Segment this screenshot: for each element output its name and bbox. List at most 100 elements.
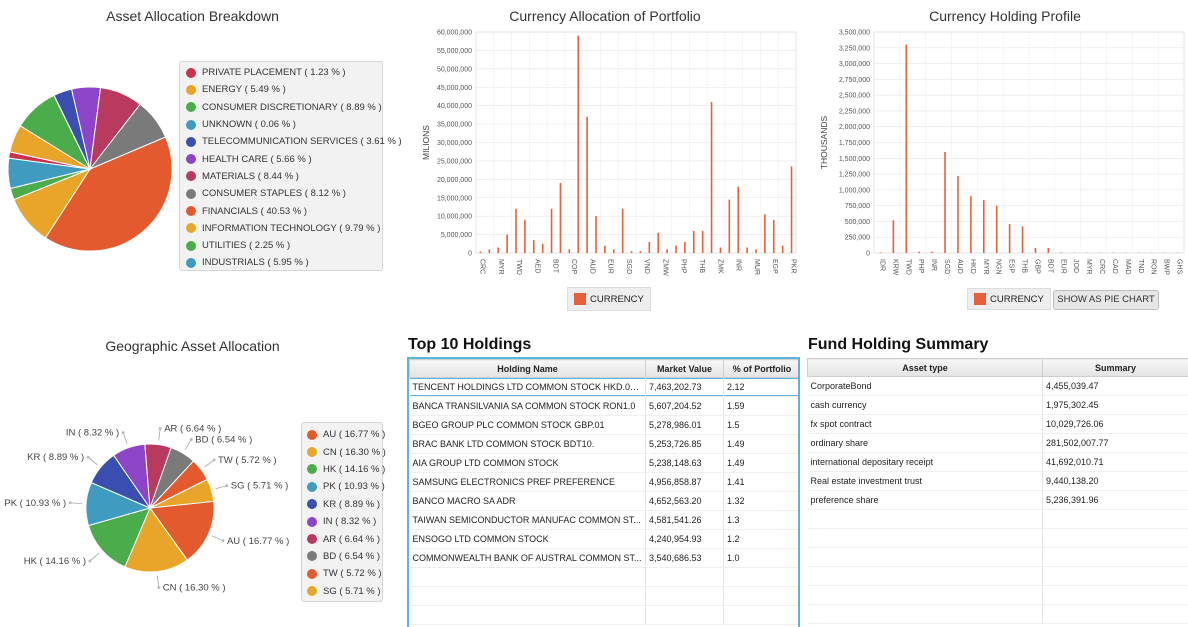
currency-allocation-xtick-label: THB [698,259,705,273]
holdings-table-row[interactable] [409,605,798,625]
holdings-column-header[interactable]: Market Value [645,359,724,378]
holdings-table-cell: 7,463,202.73 [645,377,724,397]
summary-table-row[interactable]: preference share 5,236,391.96 [807,490,1188,510]
currency-holding-bar [957,175,959,253]
currency-allocation-bar [692,230,695,253]
holdings-table-cell: 2.12 [723,377,798,397]
currency-allocation-bar [781,245,784,253]
currency-allocation-ytick-label: 20,000,000 [437,177,472,184]
currency-holding-bar [1047,247,1050,253]
summary-table-cell [807,604,1043,624]
asset-legend-item: HEALTH CARE ( 5.66 % ) [186,150,382,167]
geo-slice-label: IN ( 8.32 % ) [66,428,119,439]
currency-holding-xtick-label: AUD [956,259,963,274]
summary-table-cell [807,566,1043,586]
geo-label-dot [212,458,216,462]
summary-column-header[interactable]: Asset type [807,358,1043,377]
currency-holding-xtick-label: IDR [878,259,885,271]
currency-holding-ylabel: THOUSANDS [819,115,829,169]
currency-holding-xtick-label: MYR [982,259,989,275]
summary-table-row[interactable]: international depositary receipt 41,692,0… [807,452,1188,472]
holdings-table-row[interactable]: BGEO GROUP PLC COMMON STOCK GBP.01 5,278,… [409,415,798,435]
currency-holding-ytick-label: 1,250,000 [839,172,870,179]
currency-holding-ytick-label: 3,000,000 [839,61,870,68]
geo-legend-item: TW ( 5.72 % ) [307,565,382,582]
geo-label-dot [221,539,225,543]
holdings-table-cell: 4,956,858.87 [645,472,724,492]
currency-allocation-xtick-label: INR [735,259,742,271]
holdings-table-cell: 4,581,541.26 [645,510,724,530]
fund-summary-table-frame[interactable]: Asset type Summary CorporateBond 4,455,039… [807,358,1188,627]
currency-holding-bar [879,252,882,253]
summary-column-header[interactable]: Summary [1042,358,1188,377]
currency-allocation-bar [577,35,580,253]
asset-legend-label: HEALTH CARE ( 5.66 % ) [202,153,312,165]
currency-allocation-xtick-label: AED [533,259,540,273]
summary-table-row[interactable] [807,509,1188,529]
top-holdings-table-frame[interactable]: Holding Name Market Value% of Portfolio T… [407,357,800,627]
holdings-table-row[interactable]: BANCA TRANSILVANIA SA COMMON STOCK RON1.… [409,396,798,416]
top-holdings-table: Holding Name Market Value% of Portfolio T… [409,359,798,625]
currency-allocation-bar [772,219,775,253]
holdings-table-cell [409,605,646,625]
summary-table-row[interactable]: CorporateBond 4,455,039.47 [807,376,1188,396]
holdings-column-header[interactable]: % of Portfolio [723,359,798,378]
summary-table-row[interactable]: ordinary share 281,502,007.77 [807,433,1188,453]
holdings-table-row[interactable]: BRAC BANK LTD COMMON STOCK BDT10. 5,253,7… [409,434,798,454]
geo-label-line [204,459,215,468]
currency-allocation-ytick-label: 15,000,000 [437,195,472,202]
currency-allocation-ylabel: MILIONS [421,125,431,160]
asset-legend-dot [186,223,196,234]
holdings-table-row[interactable]: TENCENT HOLDINGS LTD COMMON STOCK HKD.00… [409,377,798,397]
summary-table-row[interactable] [807,547,1188,567]
summary-table-row[interactable]: Real estate investment trust 9,440,138.20 [807,471,1188,491]
show-as-pie-chart-button[interactable]: SHOW AS PIE CHART [1053,290,1159,310]
geo-legend-label: HK ( 14.16 % ) [323,463,386,475]
holdings-column-header[interactable]: Holding Name [409,359,646,378]
holdings-table-row[interactable]: ENSOGO LTD COMMON STOCK 4,240,954.93 1.2 [409,529,798,549]
geo-label-line [87,456,98,466]
summary-table-cell [1042,547,1188,567]
geo-legend-dot [307,516,317,527]
summary-table-row[interactable] [807,585,1188,605]
geo-legend-item: PK ( 10.93 % ) [307,478,385,495]
summary-table-row[interactable] [807,566,1188,586]
geo-label-dot [88,559,92,563]
holdings-table-row[interactable]: AIA GROUP LTD COMMON STOCK 5,238,148.63 1.… [409,453,798,473]
summary-table-cell [1042,566,1188,586]
holdings-table-cell: 1.59 [723,396,798,416]
currency-allocation-bar [630,251,633,253]
currency-allocation-bar [790,166,793,253]
holdings-table-row[interactable]: COMMONWEALTH BANK OF AUSTRAL COMMON ST..… [409,548,798,568]
currency-allocation-xtick-label: AUD [588,259,595,274]
asset-legend-dot [186,84,196,95]
geo-label-line [70,502,83,504]
currency-holding-ytick-label: 2,500,000 [839,93,870,100]
currency-holding-ytick-label: 1,500,000 [839,156,870,163]
summary-table-cell: 5,236,391.96 [1042,490,1188,510]
geo-legend-item: KR ( 8.89 % ) [307,496,382,513]
geo-slice-label: TW ( 5.72 % ) [218,455,277,466]
holdings-table-row[interactable]: BANCO MACRO SA ADR 4,652,563.20 1.32 [409,491,798,511]
summary-table-row[interactable] [807,528,1188,548]
holdings-table-row[interactable]: TAIWAN SEMICONDUCTOR MANUFAC COMMON ST..… [409,510,798,530]
asset-legend-label: UNKNOWN ( 0.06 % ) [202,119,296,131]
currency-holding-bar [892,220,895,253]
geo-label-dot [158,427,162,431]
currency-allocation-xtick-label: COP [570,259,577,275]
currency-allocation-bar [550,208,553,253]
currency-allocation-xtick-label: PKR [789,259,796,273]
holdings-table-row[interactable]: SAMSUNG ELECTRONICS PREF PREFERENCE 4,956… [409,472,798,492]
summary-table-row[interactable]: fx spot contract 10,029,726.06 [807,414,1188,434]
summary-table-row[interactable]: cash currency 1,975,302.45 [807,395,1188,415]
summary-table-cell: Real estate investment trust [807,471,1043,491]
currency-holding-ytick-label: 500,000 [845,219,870,226]
geo-legend-item: HK ( 14.16 % ) [307,461,386,478]
asset-legend-label: FINANCIALS ( 40.53 % ) [202,205,308,217]
holdings-table-row[interactable] [409,586,798,606]
holdings-table-row[interactable] [409,567,798,587]
summary-table-row[interactable] [807,604,1188,624]
currency-holding-xtick-label: JOD [1072,259,1079,273]
geo-legend-label: TW ( 5.72 % ) [323,568,382,580]
holdings-table-cell [723,605,798,625]
